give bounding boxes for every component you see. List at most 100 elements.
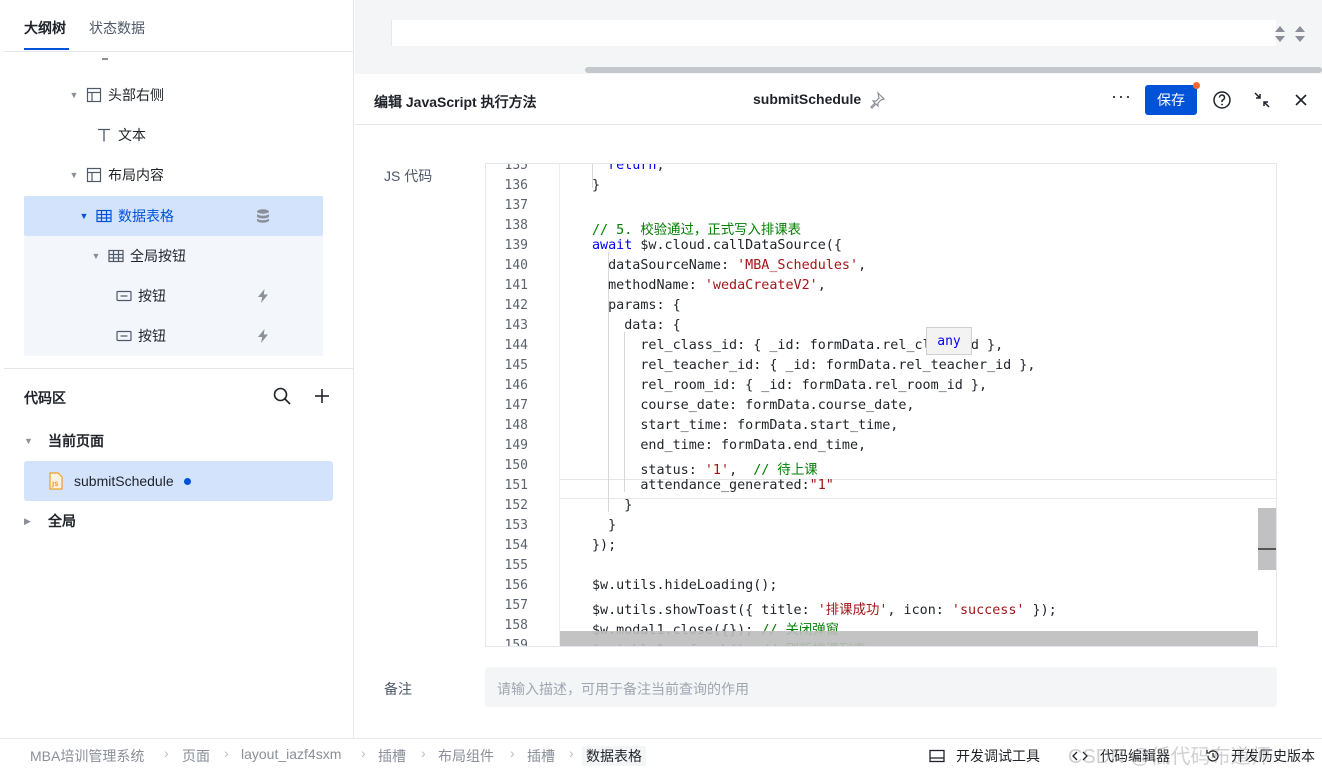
editor-horizontal-scrollbar[interactable] bbox=[560, 631, 1258, 646]
history-icon[interactable] bbox=[1205, 748, 1221, 764]
caret-down-icon[interactable]: ▼ bbox=[78, 211, 90, 221]
js-file-icon: JS bbox=[49, 472, 63, 490]
svg-text:JS: JS bbox=[51, 481, 59, 488]
tree-item-label: 全局按钮 bbox=[130, 248, 186, 264]
caret-down-icon[interactable]: ▼ bbox=[68, 90, 80, 100]
code-line: data: { bbox=[592, 318, 681, 333]
breadcrumb-item[interactable]: 插槽 bbox=[527, 746, 555, 766]
caret-down-icon[interactable]: ▼ bbox=[68, 170, 80, 180]
breadcrumb-separator: › bbox=[510, 745, 515, 761]
code-line: end_time: formData.end_time, bbox=[592, 438, 867, 453]
code-line: dataSourceName: 'MBA_Schedules', bbox=[592, 258, 867, 273]
tree-item-label: 按钮 bbox=[138, 328, 166, 344]
code-line: // 5. 校验通过，正式写入排课表 bbox=[592, 223, 802, 238]
code-content[interactable]: return; } // 5. 校验通过，正式写入排课表 await $w.cl… bbox=[486, 164, 1276, 646]
breadcrumb-separator: › bbox=[164, 745, 169, 761]
section-label: 全局 bbox=[48, 513, 76, 529]
breadcrumb-current[interactable]: 数据表格 bbox=[582, 746, 646, 766]
save-button[interactable]: 保存 bbox=[1145, 85, 1197, 115]
note-input[interactable]: 请输入描述，可用于备注当前查询的作用 bbox=[485, 667, 1277, 707]
tree-item-label: 布局内容 bbox=[108, 167, 164, 183]
debug-tool-icon[interactable] bbox=[929, 748, 945, 764]
tree-item-data-table[interactable]: ▼ 数据表格 bbox=[24, 196, 323, 236]
code-line: attendance_generated:"1" bbox=[592, 478, 834, 493]
code-line: } bbox=[592, 178, 601, 193]
caret-right-icon[interactable]: ▶ bbox=[24, 516, 36, 527]
breadcrumb-item[interactable]: MBA培训管理系统 bbox=[30, 746, 144, 766]
code-area-header: 代码区 bbox=[4, 368, 353, 422]
breadcrumb-separator: › bbox=[361, 745, 366, 761]
pin-icon[interactable] bbox=[868, 91, 886, 109]
unsaved-indicator bbox=[183, 477, 191, 485]
tab-state-data[interactable]: 状态数据 bbox=[89, 18, 145, 38]
search-icon[interactable] bbox=[272, 386, 292, 406]
tree-item-header-right[interactable]: ▼ 头部右侧 bbox=[24, 75, 323, 115]
js-code-label: JS 代码 bbox=[384, 168, 433, 184]
tree-item-text[interactable]: 文本 bbox=[24, 115, 323, 155]
code-line: start_time: formData.start_time, bbox=[592, 418, 899, 433]
caret-down-icon[interactable]: ▼ bbox=[24, 436, 36, 446]
caret-down-icon[interactable]: ▼ bbox=[90, 251, 102, 261]
help-icon[interactable] bbox=[1212, 90, 1232, 110]
button-icon bbox=[116, 330, 132, 342]
table-icon bbox=[96, 209, 112, 223]
tree-item-label: 头部右侧 bbox=[108, 87, 164, 103]
horizontal-scrollbar[interactable] bbox=[585, 67, 1322, 73]
editor-header: 编辑 JavaScript 执行方法 submitSchedule ··· 保存 bbox=[355, 74, 1322, 125]
sort-icon[interactable] bbox=[1273, 24, 1287, 44]
code-icon[interactable] bbox=[1072, 748, 1088, 764]
text-icon bbox=[98, 128, 110, 142]
breadcrumb-item[interactable]: 布局组件 bbox=[438, 746, 494, 766]
close-icon[interactable] bbox=[1291, 90, 1311, 110]
layout-icon bbox=[86, 167, 102, 183]
breadcrumb-item[interactable]: layout_iazf4sxm bbox=[241, 746, 341, 762]
tree-item-global-buttons[interactable]: ▼ 全局按钮 bbox=[24, 236, 323, 276]
section-global[interactable]: ▶ 全局 bbox=[24, 501, 76, 541]
tree-item-label: 按钮 bbox=[138, 288, 166, 304]
tree-item-button-2[interactable]: 按钮 bbox=[24, 316, 323, 356]
method-name[interactable]: submitSchedule bbox=[753, 91, 861, 107]
breadcrumb-item[interactable]: 插槽 bbox=[378, 746, 406, 766]
history-button[interactable]: 开发历史版本 bbox=[1231, 746, 1315, 766]
code-editor[interactable]: 135 136 137 138 139 140 141 142 143 144 145 146 147 1… bbox=[485, 163, 1277, 647]
code-line: status: '1', // 待上课 bbox=[592, 463, 818, 478]
code-line: course_date: formData.course_date, bbox=[592, 398, 915, 413]
code-file-submit-schedule[interactable]: JS submitSchedule bbox=[24, 461, 333, 501]
code-line: methodName: 'wedaCreateV2', bbox=[592, 278, 826, 293]
code-line: rel_teacher_id: { _id: formData.rel_teac… bbox=[592, 358, 1036, 373]
app-root: 大纲树 状态数据 ▼ 头部右侧 文本 ▼ 布局内容 ▼ 数据表格 ▼ 全局按钮 … bbox=[0, 0, 1322, 772]
code-editor-button[interactable]: 代码编辑器 bbox=[1100, 746, 1170, 766]
sort-icon[interactable] bbox=[1293, 24, 1307, 44]
code-line: } bbox=[592, 518, 617, 533]
add-icon[interactable] bbox=[312, 386, 332, 406]
debug-tool-button[interactable]: 开发调试工具 bbox=[956, 746, 1040, 766]
lightning-icon[interactable] bbox=[255, 288, 271, 304]
code-line: await $w.cloud.callDataSource({ bbox=[592, 238, 842, 253]
file-name: submitSchedule bbox=[74, 473, 174, 489]
more-options-button[interactable]: ··· bbox=[1111, 86, 1132, 107]
breadcrumb-separator: › bbox=[421, 745, 426, 761]
bottom-bar: MBA培训管理系统 › 页面 › layout_iazf4sxm › 插槽 › … bbox=[0, 738, 1322, 772]
vertical-scrollbar[interactable] bbox=[1258, 508, 1276, 570]
code-line: params: { bbox=[592, 298, 681, 313]
canvas-preview-strip bbox=[355, 0, 1322, 74]
code-area-title: 代码区 bbox=[24, 390, 66, 406]
active-tab-indicator bbox=[24, 48, 69, 50]
code-line: } bbox=[592, 498, 633, 513]
code-line: return; bbox=[608, 163, 665, 173]
code-line: }); bbox=[592, 538, 617, 553]
tree-item-layout-content[interactable]: ▼ 布局内容 bbox=[24, 155, 323, 195]
section-current-page[interactable]: ▼ 当前页面 bbox=[24, 421, 104, 461]
tree-item-button-1[interactable]: 按钮 bbox=[24, 276, 323, 316]
note-label: 备注 bbox=[384, 681, 412, 697]
left-tabs: 大纲树 状态数据 bbox=[4, 0, 353, 52]
code-line: rel_room_id: { _id: formData.rel_room_id… bbox=[592, 378, 988, 393]
database-icon[interactable] bbox=[255, 208, 271, 224]
tree-item-label: 文本 bbox=[118, 127, 146, 143]
lightning-icon[interactable] bbox=[255, 328, 271, 344]
left-panel: 大纲树 状态数据 ▼ 头部右侧 文本 ▼ 布局内容 ▼ 数据表格 ▼ 全局按钮 … bbox=[4, 0, 354, 738]
scrollbar-cursor-marker bbox=[1258, 548, 1276, 550]
breadcrumb-item[interactable]: 页面 bbox=[182, 746, 210, 766]
collapse-icon[interactable] bbox=[1252, 90, 1272, 110]
tab-outline-tree[interactable]: 大纲树 bbox=[24, 18, 66, 38]
